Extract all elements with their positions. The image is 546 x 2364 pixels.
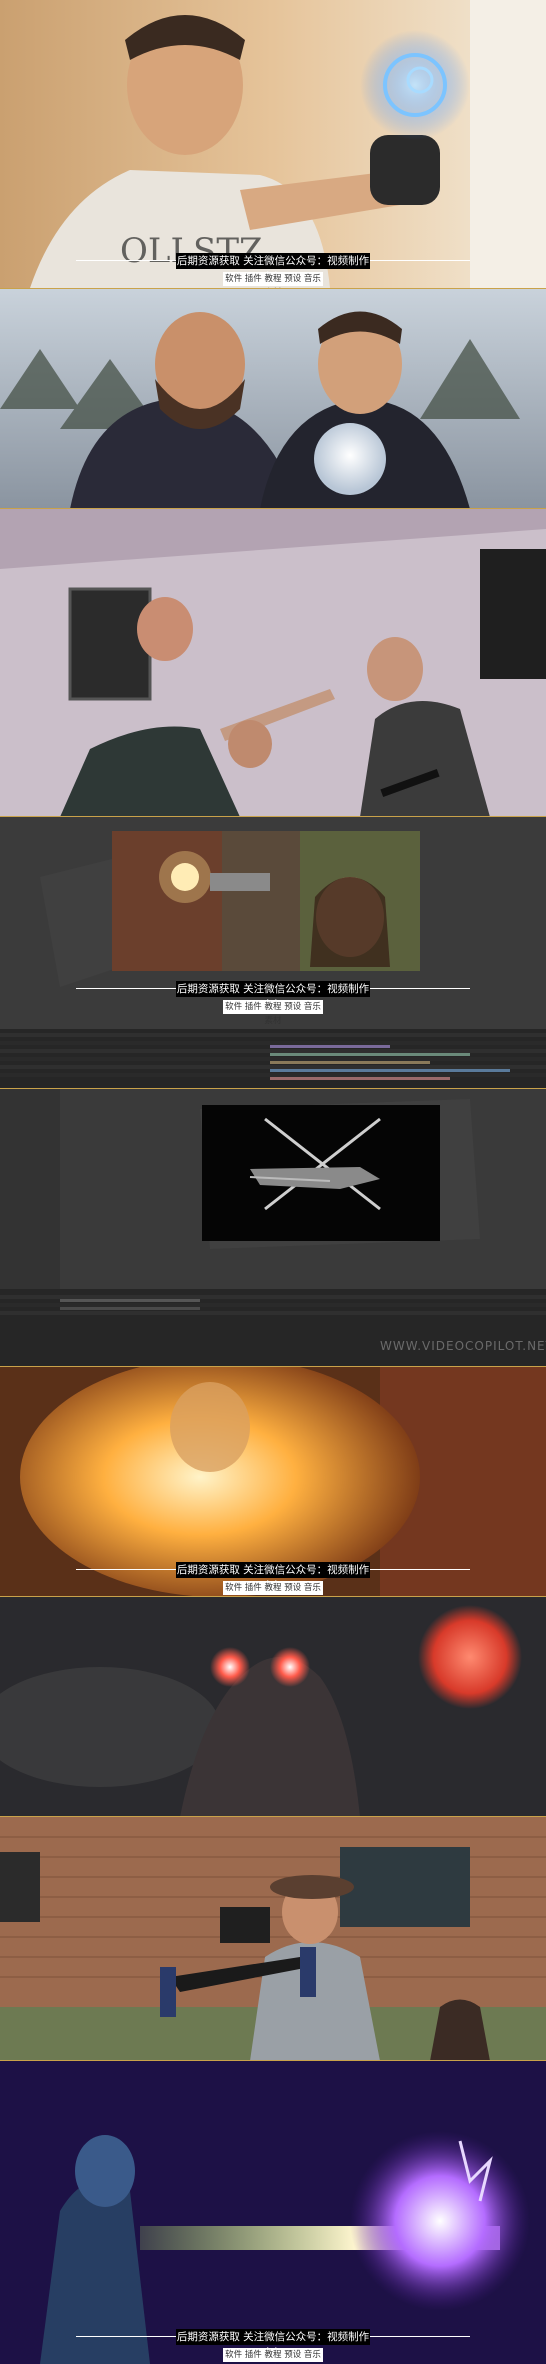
rig-handle-left — [160, 1967, 176, 2017]
timeline-layer-bar[interactable] — [270, 1045, 390, 1048]
fedora — [270, 1875, 354, 1899]
watermark-title: 后期资源获取 关注微信公众号：视频制作大叔 — [176, 1562, 370, 1592]
video-strip-energy-beam: 后期资源获取 关注微信公众号：视频制作大叔 软件 插件 教程 预设 音乐 素材 — [0, 2060, 546, 2364]
office-scene — [0, 509, 546, 817]
window-left — [0, 1852, 40, 1922]
energy-beam-scene — [0, 2061, 546, 2364]
poster-left — [68, 587, 152, 701]
video-strip-fire: 后期资源获取 关注微信公众号：视频制作大叔 软件 插件 教程 预设 音乐 素材 — [0, 1366, 546, 1597]
ae-timeline-panel[interactable] — [0, 1029, 546, 1089]
timeline-layer-bar[interactable] — [60, 1307, 200, 1310]
floating-head — [137, 597, 193, 661]
video-strip-snow — [0, 288, 546, 509]
video-strip-ae-muzzle: 后期资源获取 关注微信公众号：视频制作大叔 软件 插件 教程 预设 音乐 素材 — [0, 816, 546, 1089]
glowing-eye-right — [270, 1647, 310, 1687]
watermark-title: 后期资源获取 关注微信公众号：视频制作大叔 — [176, 2329, 370, 2359]
watermark-title: 后期资源获取 关注微信公众号：视频制作大叔 — [176, 981, 370, 1011]
window-right — [340, 1847, 470, 1927]
watermark-title: 后期资源获取 关注微信公众号：视频制作大叔 — [176, 253, 370, 283]
hologram-glow — [360, 30, 470, 140]
crystal-ball — [314, 423, 386, 495]
video-strip-office — [0, 508, 546, 817]
timeline-layer-bar[interactable] — [270, 1053, 470, 1056]
video-strip-ae-helicopter: WWW.VIDEOCOPILOT.NET — [0, 1088, 546, 1367]
watermark-subtitle: 软件 插件 教程 预设 音乐 素材 — [223, 1581, 323, 1595]
overlay-site-text: WWW.VIDEOCOPILOT.NET — [380, 1339, 546, 1353]
watermark-subtitle: 软件 插件 教程 预设 音乐 素材 — [223, 1000, 323, 1026]
timeline-layer-bar[interactable] — [60, 1299, 200, 1302]
poster-right — [480, 549, 546, 679]
snow-scene — [0, 289, 546, 509]
timeline-layer-bar[interactable] — [270, 1061, 430, 1064]
burning-head — [170, 1382, 250, 1472]
camera-body — [220, 1907, 270, 1943]
video-strip-hologram: OLLSTZ 后期资源获取 关注微信公众号：视频制作大叔 软件 插件 教程 预设… — [0, 0, 546, 288]
rig-handle-right — [300, 1947, 316, 1997]
video-strip-camera-rig — [0, 1816, 546, 2061]
camera-rig-scene — [0, 1817, 546, 2061]
hologram-scene: OLLSTZ — [0, 0, 546, 288]
video-strip-glowing-eyes — [0, 1596, 546, 1817]
energy-blast — [350, 2131, 530, 2311]
man-right-face — [367, 637, 423, 701]
glowing-eyes-scene — [0, 1597, 546, 1817]
watermark-subtitle: 软件 插件 教程 预设 音乐 素材 — [223, 2348, 323, 2362]
glowing-eye-left — [210, 1647, 250, 1687]
figure-left-head — [75, 2135, 135, 2207]
red-sun — [418, 1605, 522, 1709]
watermark-subtitle: 软件 插件 教程 预设 音乐 素材 — [223, 272, 323, 286]
timeline-layer-bar[interactable] — [270, 1077, 450, 1080]
gauntlet — [370, 135, 440, 205]
timeline-layer-bar[interactable] — [270, 1069, 510, 1072]
ae-timeline-panel[interactable] — [0, 1289, 546, 1367]
